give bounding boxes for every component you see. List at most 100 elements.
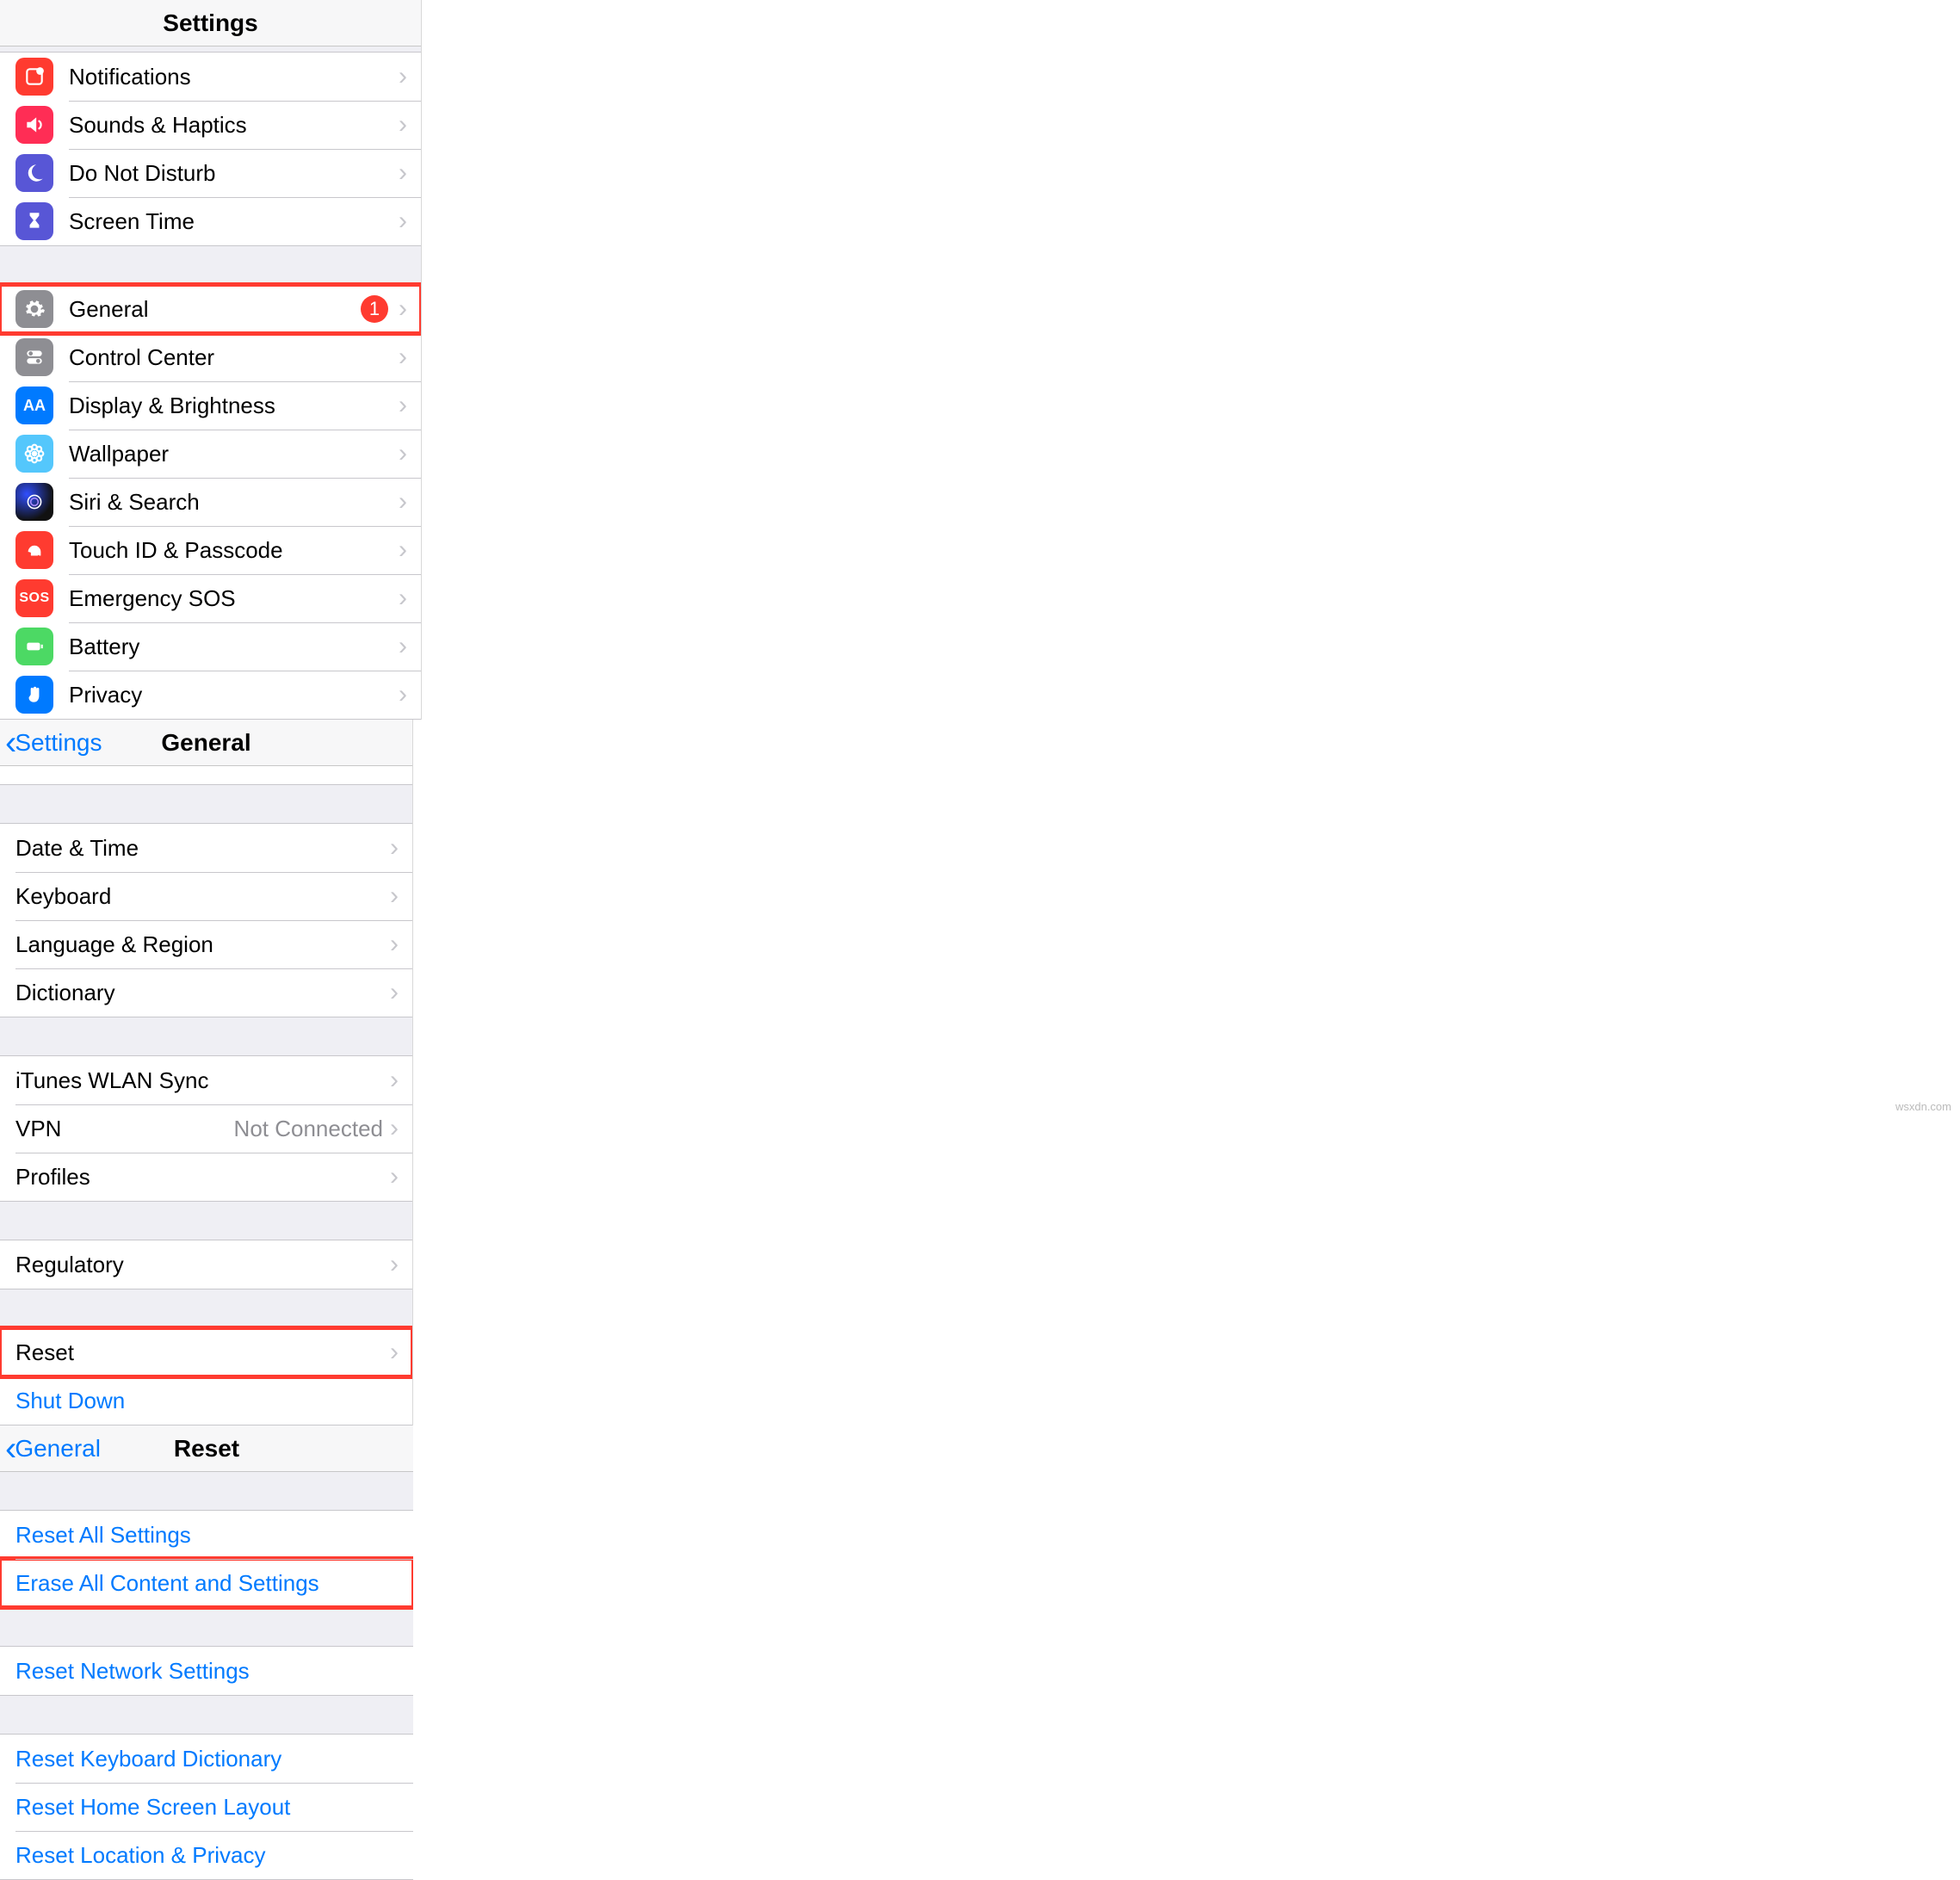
chevron-right-icon: ›	[390, 978, 399, 1007]
row-shut-down[interactable]: Shut Down	[0, 1376, 412, 1425]
row-label: Reset All Settings	[15, 1522, 399, 1549]
back-to-general[interactable]: ‹ General	[0, 1432, 101, 1466]
row-siri-search[interactable]: Siri & Search ›	[0, 478, 421, 526]
hourglass-icon	[15, 202, 53, 240]
chevron-right-icon: ›	[399, 110, 407, 139]
chevron-right-icon: ›	[390, 1338, 399, 1367]
row-dictionary[interactable]: Dictionary ›	[0, 968, 412, 1017]
row-label: General	[69, 296, 361, 323]
row-label: Reset Keyboard Dictionary	[15, 1746, 399, 1772]
siri-icon	[15, 483, 53, 521]
watermark: wsxdn.com	[1895, 1100, 1951, 1113]
sounds-icon	[15, 106, 53, 144]
row-label: Regulatory	[15, 1252, 390, 1278]
chevron-right-icon: ›	[399, 343, 407, 372]
chevron-right-icon: ›	[390, 930, 399, 959]
row-label: Notifications	[69, 64, 399, 90]
chevron-right-icon: ›	[399, 487, 407, 516]
row-label: Language & Region	[15, 931, 390, 958]
chevron-right-icon: ›	[399, 391, 407, 420]
notifications-icon	[15, 58, 53, 96]
chevron-right-icon: ›	[399, 439, 407, 468]
row-reset-keyboard-dictionary[interactable]: Reset Keyboard Dictionary	[0, 1735, 413, 1783]
row-erase-all-content[interactable]: Erase All Content and Settings	[0, 1559, 413, 1607]
row-label: Erase All Content and Settings	[15, 1570, 399, 1597]
row-label: Keyboard	[15, 883, 390, 910]
row-profiles[interactable]: Profiles ›	[0, 1153, 412, 1201]
general-group-c: Regulatory ›	[0, 1240, 412, 1289]
moon-icon	[15, 154, 53, 192]
row-battery[interactable]: Battery ›	[0, 622, 421, 671]
row-label: Profiles	[15, 1164, 390, 1190]
row-reset-all-settings[interactable]: Reset All Settings	[0, 1511, 413, 1559]
settings-group-1: Notifications › Sounds & Haptics › Do No…	[0, 52, 421, 246]
row-do-not-disturb[interactable]: Do Not Disturb ›	[0, 149, 421, 197]
hand-icon	[15, 676, 53, 714]
chevron-right-icon: ›	[390, 1066, 399, 1095]
row-label: Do Not Disturb	[69, 160, 399, 187]
row-label: Control Center	[69, 344, 399, 371]
row-date-time[interactable]: Date & Time ›	[0, 824, 412, 872]
chevron-right-icon: ›	[399, 680, 407, 709]
back-label: Settings	[15, 729, 102, 757]
chevron-right-icon: ›	[390, 1162, 399, 1191]
badge: 1	[361, 295, 388, 323]
row-general[interactable]: General 1 ›	[0, 285, 421, 333]
row-regulatory[interactable]: Regulatory ›	[0, 1240, 412, 1289]
row-emergency-sos[interactable]: SOS Emergency SOS ›	[0, 574, 421, 622]
row-detail: Not Connected	[234, 1116, 383, 1142]
row-display-brightness[interactable]: AA Display & Brightness ›	[0, 381, 421, 430]
settings-panel: Settings Notifications › Sounds & Haptic…	[0, 0, 422, 720]
chevron-right-icon: ›	[399, 207, 407, 236]
toggles-icon	[15, 338, 53, 376]
row-reset-location-privacy[interactable]: Reset Location & Privacy	[0, 1831, 413, 1879]
reset-group-b: Reset Network Settings	[0, 1646, 413, 1696]
general-navbar: ‹ Settings General	[0, 720, 412, 766]
back-to-settings[interactable]: ‹ Settings	[0, 726, 102, 760]
reset-group-a: Reset All Settings Erase All Content and…	[0, 1510, 413, 1608]
row-label: VPN	[15, 1116, 234, 1142]
row-reset[interactable]: Reset ›	[0, 1328, 412, 1376]
row-label: Sounds & Haptics	[69, 112, 399, 139]
battery-icon	[15, 628, 53, 665]
chevron-right-icon: ›	[399, 158, 407, 188]
general-group-b: iTunes WLAN Sync › VPN Not Connected › P…	[0, 1055, 412, 1202]
row-privacy[interactable]: Privacy ›	[0, 671, 421, 719]
chevron-right-icon: ›	[399, 584, 407, 613]
row-language-region[interactable]: Language & Region ›	[0, 920, 412, 968]
fingerprint-icon	[15, 531, 53, 569]
flower-icon	[15, 435, 53, 473]
row-control-center[interactable]: Control Center ›	[0, 333, 421, 381]
row-label: Siri & Search	[69, 489, 399, 516]
reset-panel: ‹ General Reset Reset All Settings Erase…	[0, 1425, 413, 1880]
row-vpn[interactable]: VPN Not Connected ›	[0, 1104, 412, 1153]
row-sounds-haptics[interactable]: Sounds & Haptics ›	[0, 101, 421, 149]
chevron-right-icon: ›	[399, 535, 407, 565]
row-label: Privacy	[69, 682, 399, 708]
gear-icon	[15, 290, 53, 328]
chevron-right-icon: ›	[390, 881, 399, 911]
row-label: iTunes WLAN Sync	[15, 1067, 390, 1094]
settings-group-2: General 1 › Control Center › AA Display …	[0, 284, 421, 720]
settings-navbar: Settings	[0, 0, 421, 46]
row-reset-home-screen-layout[interactable]: Reset Home Screen Layout	[0, 1783, 413, 1831]
row-label: Reset Location & Privacy	[15, 1842, 399, 1869]
general-panel: ‹ Settings General Date & Time › Keyboar…	[0, 720, 413, 1425]
chevron-right-icon: ›	[399, 632, 407, 661]
settings-title: Settings	[0, 9, 421, 37]
row-label: Battery	[69, 634, 399, 660]
row-label: Display & Brightness	[69, 393, 399, 419]
row-itunes-wlan-sync[interactable]: iTunes WLAN Sync ›	[0, 1056, 412, 1104]
chevron-right-icon: ›	[390, 1250, 399, 1279]
general-group-d: Reset › Shut Down	[0, 1327, 412, 1425]
sos-icon: SOS	[15, 579, 53, 617]
row-reset-network-settings[interactable]: Reset Network Settings	[0, 1647, 413, 1695]
row-wallpaper[interactable]: Wallpaper ›	[0, 430, 421, 478]
row-notifications[interactable]: Notifications ›	[0, 53, 421, 101]
row-touch-id-passcode[interactable]: Touch ID & Passcode ›	[0, 526, 421, 574]
row-keyboard[interactable]: Keyboard ›	[0, 872, 412, 920]
row-screen-time[interactable]: Screen Time ›	[0, 197, 421, 245]
row-label: Screen Time	[69, 208, 399, 235]
row-label: Date & Time	[15, 835, 390, 862]
back-label: General	[15, 1435, 101, 1463]
